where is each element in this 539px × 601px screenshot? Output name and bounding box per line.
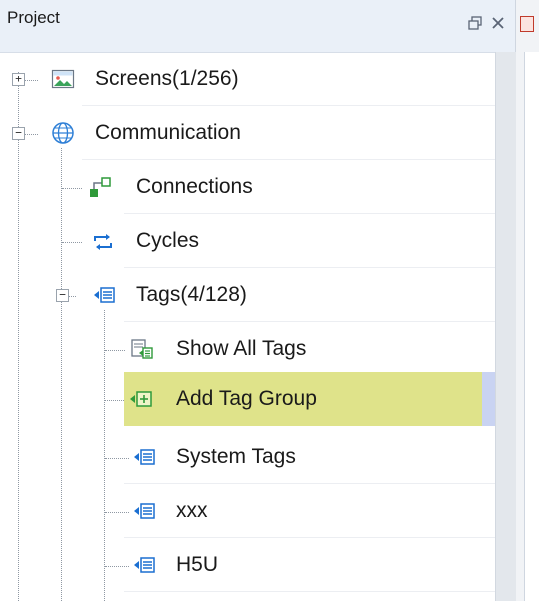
tree-connector: [105, 458, 129, 459]
float-window-icon[interactable]: [466, 14, 484, 32]
tree-connector: [105, 400, 124, 401]
tree-connector: [62, 242, 82, 243]
editor-tab-icon[interactable]: [520, 16, 534, 32]
tree-item-label: Connections: [136, 175, 253, 198]
tree-item-add-tag-group[interactable]: Add Tag Group: [124, 372, 482, 426]
tree-item-label: Communication: [95, 121, 241, 144]
tree-item-label: Show All Tags: [176, 337, 307, 360]
tree-item-communication[interactable]: − Communication: [0, 106, 495, 160]
tree-item-label: Add Tag Group: [176, 387, 317, 410]
project-panel: Project + Screens(1/256) − Communication…: [0, 0, 539, 601]
tree-connector: [105, 566, 129, 567]
tree-item-label: Tags(4/128): [136, 283, 247, 306]
tree-item-connections[interactable]: Connections: [0, 160, 495, 214]
tree-item-show-all-tags[interactable]: Show All Tags: [0, 322, 495, 376]
add-tag-group-icon: [130, 391, 152, 407]
panel-header: Project: [0, 0, 515, 53]
cycle-arrows-icon: [94, 234, 112, 250]
tree-item-system-tags[interactable]: System Tags: [0, 430, 495, 484]
tag-list-icon: [134, 449, 155, 465]
tree-connector: [105, 350, 125, 351]
show-tags-icon: [131, 339, 153, 359]
tag-list-icon: [94, 287, 115, 303]
expand-toggle[interactable]: +: [12, 73, 25, 86]
editor-area-edge: [524, 52, 539, 601]
tag-list-icon: [134, 503, 155, 519]
connection-icon: [90, 177, 111, 197]
collapse-toggle[interactable]: −: [56, 289, 69, 302]
tree-item-label: xxx: [176, 499, 208, 522]
collapse-toggle[interactable]: −: [12, 127, 25, 140]
adjacent-editor-edge: [515, 0, 539, 601]
tree-item-label: H5U: [176, 553, 219, 576]
tree-item-screens[interactable]: + Screens(1/256): [0, 52, 495, 106]
tree-item-xxx[interactable]: xxx: [0, 484, 495, 538]
tree-item-label: Cycles: [136, 229, 200, 252]
tree-connector: [24, 80, 38, 81]
tree-item-cycles[interactable]: Cycles: [0, 214, 495, 268]
tree-connector: [62, 188, 82, 189]
screen-image-icon: [51, 69, 75, 89]
tag-list-icon: [134, 557, 155, 573]
tree-connector: [24, 134, 38, 135]
selection-accent: [482, 372, 495, 426]
panel-title: Project: [7, 8, 60, 27]
tree-item-label: Screens(1/256): [95, 67, 239, 90]
tree-item-tags[interactable]: − Tags(4/128): [0, 268, 495, 322]
tree-item-label: System Tags: [176, 445, 296, 468]
tree-item-h5u[interactable]: H5U: [0, 538, 495, 592]
tree-connector: [105, 512, 129, 513]
project-tree: + Screens(1/256) − Communication Connect…: [0, 52, 495, 601]
close-icon[interactable]: [489, 14, 507, 32]
globe-icon: [52, 122, 74, 144]
vertical-scrollbar[interactable]: [495, 52, 516, 601]
